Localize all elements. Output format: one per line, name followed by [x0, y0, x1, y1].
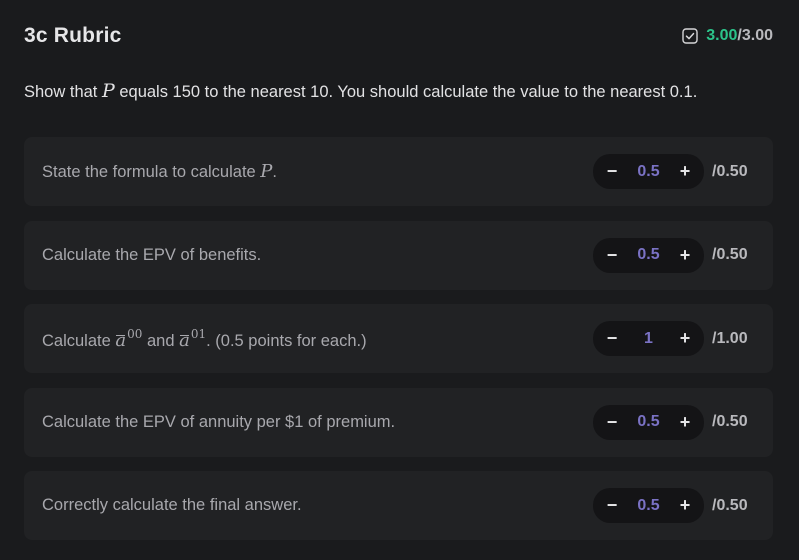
score-earned: 3.00: [706, 27, 738, 44]
score-controls: − 0.5 + /0.50: [593, 488, 755, 523]
rubric-item-formula: State the formula to calculate P. − 0.5 …: [24, 137, 773, 206]
rubric-item-label: Calculate a00 and a01. (0.5 points for e…: [42, 326, 367, 351]
rubric-items: State the formula to calculate P. − 0.5 …: [24, 137, 773, 555]
rubric-item-label: Calculate the EPV of annuity per $1 of p…: [42, 412, 396, 431]
checkbox-checked-icon: [682, 28, 698, 44]
score-value[interactable]: 0.5: [631, 413, 667, 431]
score-controls: − 0.5 + /0.50: [593, 404, 755, 440]
max-score: /0.50: [712, 246, 748, 263]
score-value[interactable]: 1: [631, 330, 667, 348]
rubric-item-epv-annuity: Calculate the EPV of annuity per $1 of p…: [24, 387, 773, 457]
score-stepper[interactable]: − 0.5 +: [593, 237, 704, 273]
score-stepper[interactable]: − 0.5 +: [593, 154, 704, 189]
max-score: /1.00: [712, 329, 748, 347]
score-stepper[interactable]: − 0.5 +: [593, 404, 704, 440]
max-score: /0.50: [712, 413, 748, 430]
rubric-item-label: Correctly calculate the final answer.: [42, 496, 302, 514]
score-controls: − 0.5 + /0.50: [593, 237, 755, 273]
rubric-item-label: State the formula to calculate P.: [42, 161, 278, 182]
max-score: /0.50: [712, 162, 748, 180]
rubric-header: 3c Rubric 3.00/3.00: [24, 22, 773, 50]
score-total: /3.00: [737, 27, 773, 44]
score-value[interactable]: 0.5: [631, 163, 667, 181]
max-score: /0.50: [712, 496, 748, 514]
score-stepper[interactable]: − 1 +: [593, 321, 704, 356]
total-score: 3.00/3.00: [682, 27, 773, 45]
variable-p: P: [101, 80, 115, 102]
increment-button[interactable]: +: [676, 161, 694, 181]
decrement-button[interactable]: −: [603, 328, 621, 348]
score-controls: − 1 + /1.00: [593, 321, 755, 356]
increment-button[interactable]: +: [676, 495, 694, 515]
rubric-item-label: Calculate the EPV of benefits.: [42, 245, 262, 264]
rubric-item-final-answer: Correctly calculate the final answer. − …: [24, 471, 773, 540]
decrement-button[interactable]: −: [603, 412, 621, 432]
increment-button[interactable]: +: [676, 245, 694, 265]
score-value[interactable]: 0.5: [631, 246, 667, 264]
decrement-button[interactable]: −: [603, 245, 621, 265]
rubric-item-annuities: Calculate a00 and a01. (0.5 points for e…: [24, 304, 773, 373]
score-stepper[interactable]: − 0.5 +: [593, 488, 704, 523]
increment-button[interactable]: +: [676, 412, 694, 432]
decrement-button[interactable]: −: [603, 495, 621, 515]
score-controls: − 0.5 + /0.50: [593, 154, 755, 189]
decrement-button[interactable]: −: [603, 161, 621, 181]
rubric-title: 3c Rubric: [24, 24, 122, 47]
score-value[interactable]: 0.5: [631, 497, 667, 515]
rubric-item-epv-benefits: Calculate the EPV of benefits. − 0.5 + /…: [24, 220, 773, 290]
question-prompt: Show that P equals 150 to the nearest 10…: [24, 80, 698, 102]
increment-button[interactable]: +: [676, 328, 694, 348]
